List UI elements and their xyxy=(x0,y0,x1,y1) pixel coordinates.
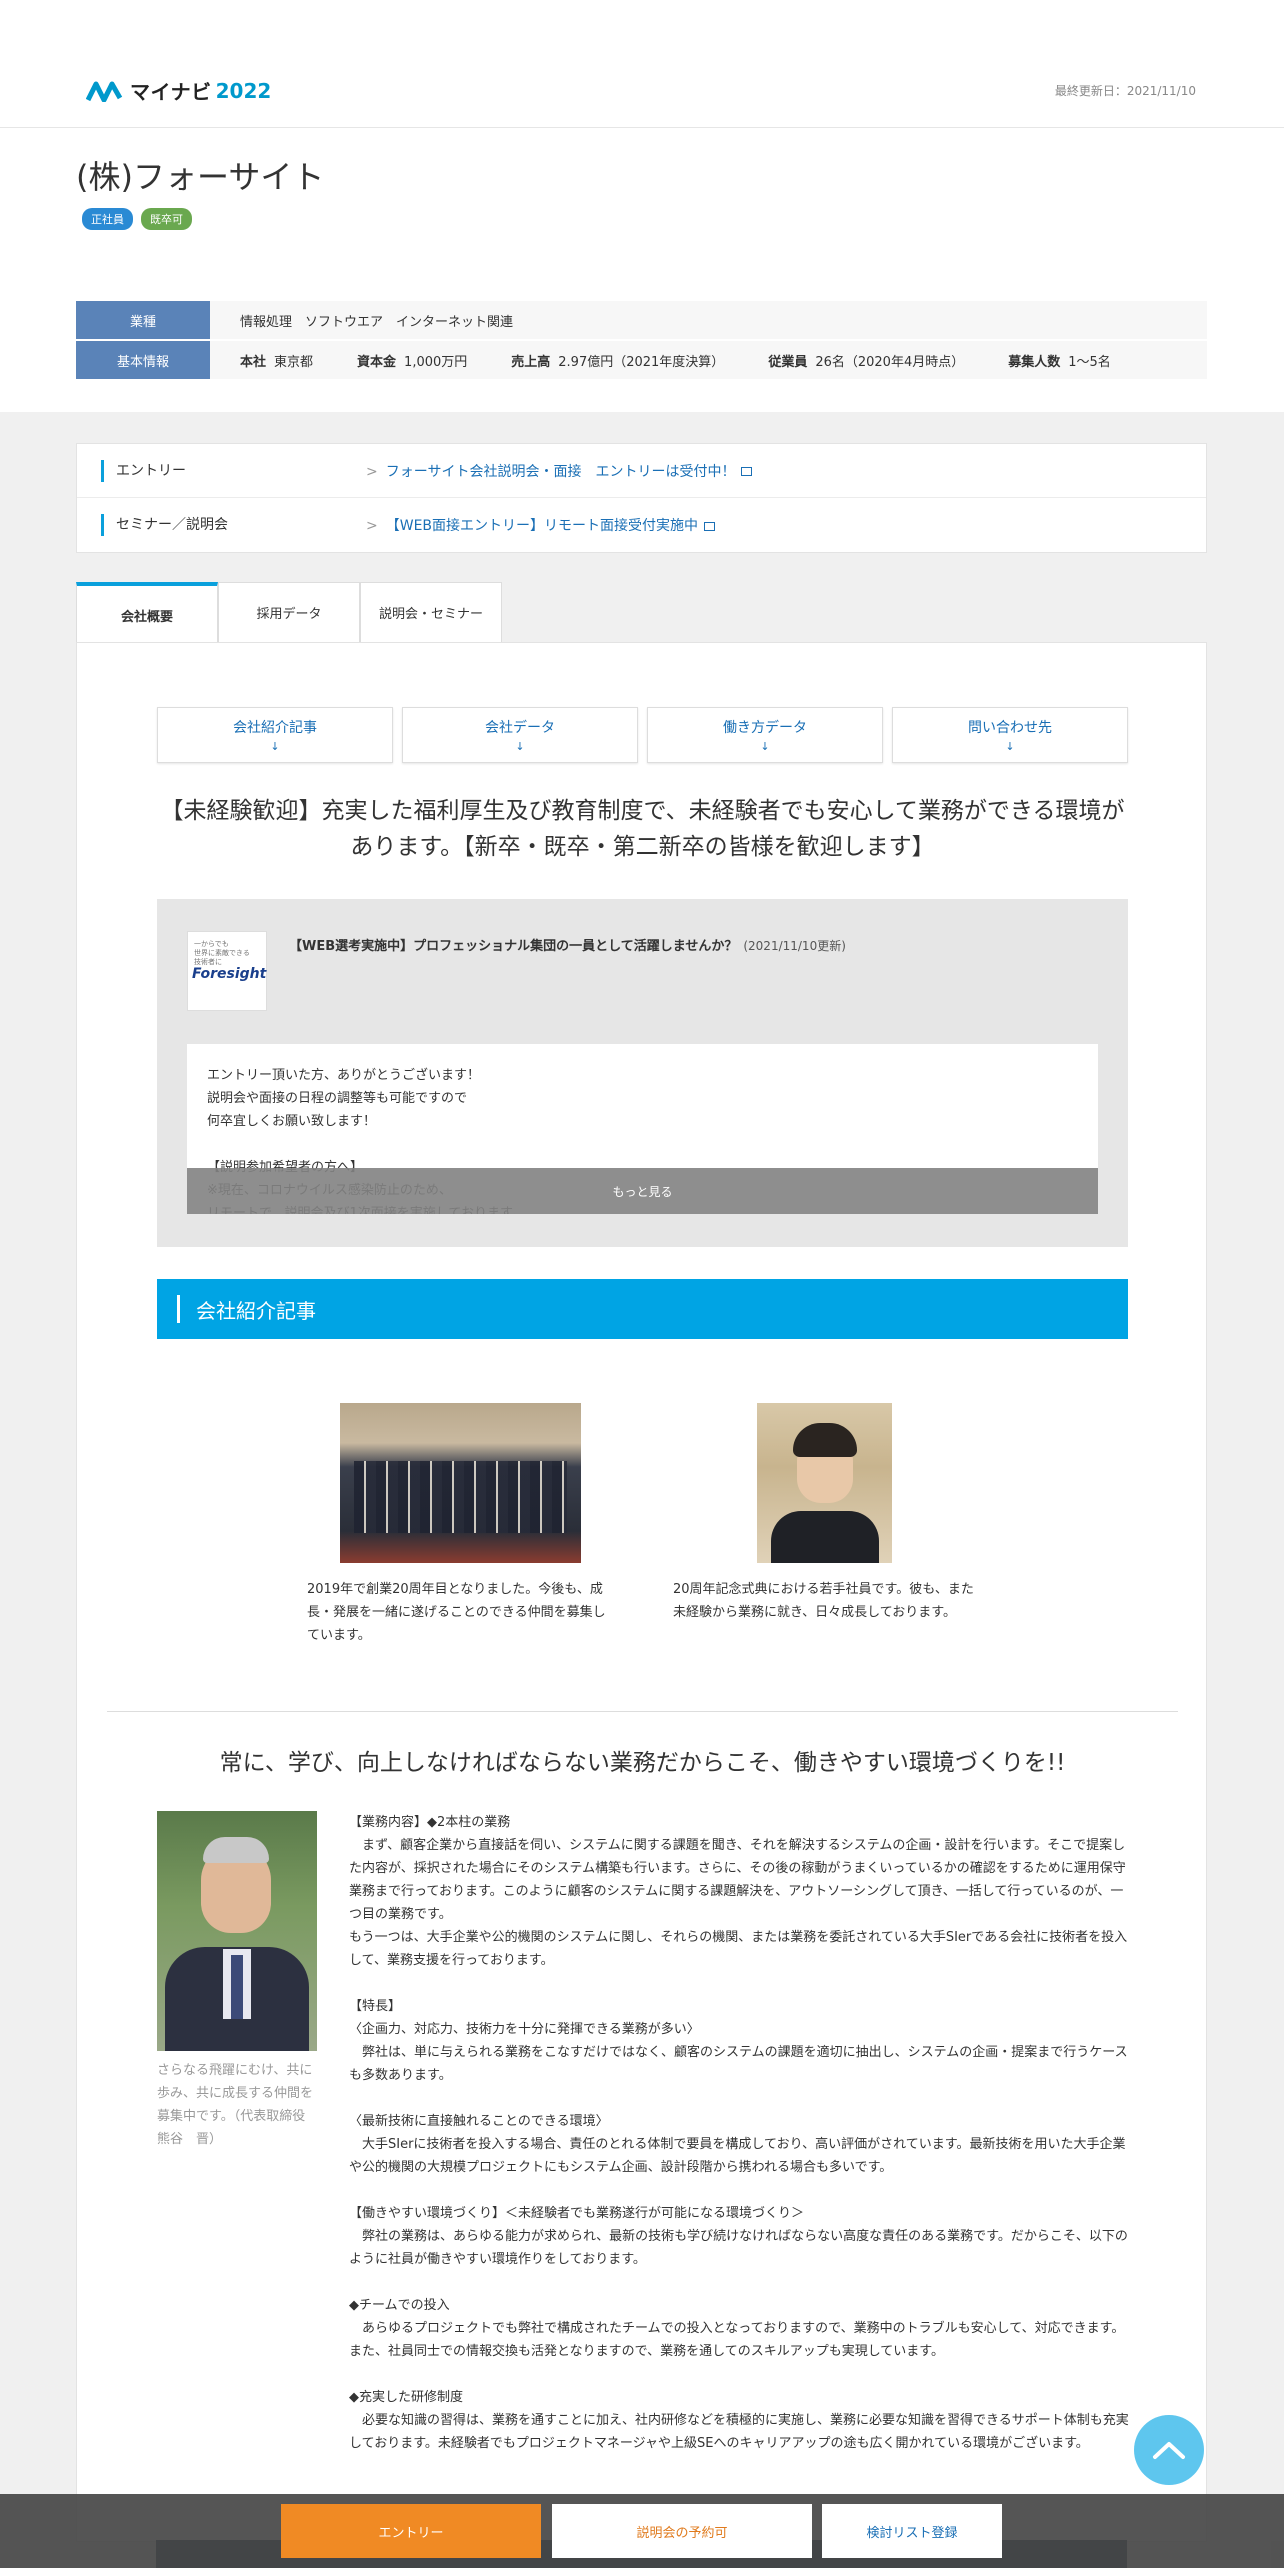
badge-fulltime: 正社員 xyxy=(82,208,133,230)
scroll-top-button[interactable] xyxy=(1134,2415,1204,2485)
logo-text: マイナビ xyxy=(130,80,212,104)
tab-recruitment-data[interactable]: 採用データ xyxy=(218,582,360,642)
notice-date: (2021/11/10更新) xyxy=(743,939,846,953)
company-name: (株)フォーサイト xyxy=(76,158,325,196)
external-link-icon xyxy=(741,467,753,476)
section-nav: 会社紹介記事 ↓ 会社データ ↓ 働き方データ ↓ 問い合わせ先 ↓ xyxy=(157,707,1128,763)
arrow-down-icon: ↓ xyxy=(760,740,770,753)
mynavi-logo[interactable]: マイナビ 2022 xyxy=(86,76,271,105)
industry-value: 情報処理 ソフトウエア インターネット関連 xyxy=(210,301,1207,339)
article-body-text: 【業務内容】◆2本柱の業務 まず、顧客企業から直接話を伺い、システムに関する課題… xyxy=(349,1815,1129,2451)
catch-copy: 【未経験歓迎】充実した福利厚生及び教育制度で、未経験者でも安心して業務ができる環… xyxy=(160,798,1125,860)
thumb-tagline: 一からでも 世界に素敵できる 技術者に xyxy=(194,940,250,966)
seminar-row: セミナー／説明会 【WEB面接エントリー】リモート面接受付実施中 xyxy=(77,498,1206,552)
tab-company-overview[interactable]: 会社概要 xyxy=(76,582,218,644)
nav-work-style-data[interactable]: 働き方データ ↓ xyxy=(647,707,883,763)
sticky-action-bar: エントリー 説明会の予約可 検討リスト登録 xyxy=(0,2494,1284,2568)
info-pair-employees: 従業員 26名（2020年4月時点） xyxy=(768,354,965,370)
last-updated: 最終更新日：2021/11/10 xyxy=(1054,84,1196,98)
basic-info-row: 基本情報 本社 東京都 資本金 1,000万円 売上高 2.97億円（2021年度決算… xyxy=(76,341,1207,379)
industry-row: 業種 情報処理 ソフトウエア インターネット関連 xyxy=(76,301,1207,339)
industry-label: 業種 xyxy=(76,301,210,339)
entry-link[interactable]: フォーサイト会社説明会・面接 エントリーは受付中！ xyxy=(366,461,753,481)
site-header: マイナビ 2022 最終更新日：2021/11/10 xyxy=(0,0,1284,128)
main-content: 会社紹介記事 ↓ 会社データ ↓ 働き方データ ↓ 問い合わせ先 ↓ 【未経験歓迎】充実… xyxy=(76,642,1207,2542)
ceo-caption: さらなる飛躍にむけ、共に歩み、共に成長する仲間を募集中です。（代表取締役 熊谷 … xyxy=(157,2063,319,2147)
chevron-up-icon xyxy=(1153,2442,1185,2459)
group-photo xyxy=(340,1403,581,1563)
notice-box: 一からでも 世界に素敵できる 技術者に Foresight 【WEB選考実施中】… xyxy=(157,899,1128,1247)
article-caption: 20周年記念式典における若手社員です。彼も、また未経験から業務に就き、日々成長し… xyxy=(673,1582,974,1620)
thumb-brand: Foresight xyxy=(192,966,267,982)
page-tabs: 会社概要 採用データ 説明会・セミナー xyxy=(76,582,502,644)
info-pair-capital: 資本金 1,000万円 xyxy=(357,354,468,370)
section-title-articles: 会社紹介記事 xyxy=(157,1279,1128,1339)
arrow-down-icon: ↓ xyxy=(270,740,280,753)
seminar-reservation-button[interactable]: 説明会の予約可 xyxy=(552,2504,812,2558)
tab-seminars[interactable]: 説明会・セミナー xyxy=(360,582,502,642)
employment-badges: 正社員 既卒可 xyxy=(82,208,192,230)
show-more-button[interactable]: もっと見る xyxy=(187,1168,1098,1214)
entry-box: エントリー フォーサイト会社説明会・面接 エントリーは受付中！ セミナー／説明会… xyxy=(76,443,1207,553)
nav-company-articles[interactable]: 会社紹介記事 ↓ xyxy=(157,707,393,763)
logo-year: 2022 xyxy=(215,78,272,103)
nav-contact[interactable]: 問い合わせ先 ↓ xyxy=(892,707,1128,763)
badge-graduates-ok: 既卒可 xyxy=(141,208,192,230)
arrow-down-icon: ↓ xyxy=(1005,740,1015,753)
basic-info-label: 基本情報 xyxy=(76,341,210,379)
young-employee-photo xyxy=(757,1403,892,1563)
company-info-table: 業種 情報処理 ソフトウエア インターネット関連 基本情報 本社 東京都 資本金 1… xyxy=(76,301,1207,381)
info-pair-recruits: 募集人数 1～5名 xyxy=(1008,354,1111,370)
article-caption: 2019年で創業20周年目となりました。今後も、成長・発展を一緒に遂げることので… xyxy=(307,1582,606,1643)
nav-company-data[interactable]: 会社データ ↓ xyxy=(402,707,638,763)
entry-button[interactable]: エントリー xyxy=(281,2504,541,2558)
article-heading: 常に、学び、向上しなければならない業務だからこそ、働きやすい環境づくりを!! xyxy=(219,1750,1066,1776)
company-logo-thumbnail: 一からでも 世界に素敵できる 技術者に Foresight xyxy=(187,931,267,1011)
mynavi-logo-icon xyxy=(86,80,126,102)
arrow-down-icon: ↓ xyxy=(515,740,525,753)
entry-row: エントリー フォーサイト会社説明会・面接 エントリーは受付中！ xyxy=(77,444,1206,498)
entry-label: エントリー xyxy=(101,459,326,482)
add-to-list-button[interactable]: 検討リスト登録 xyxy=(822,2504,1002,2558)
info-pair-sales: 売上高 2.97億円（2021年度決算） xyxy=(511,354,725,370)
seminar-label: セミナー／説明会 xyxy=(101,514,326,536)
top-section: マイナビ 2022 最終更新日：2021/11/10 (株)フォーサイト 正社員… xyxy=(0,0,1284,412)
basic-info-value: 本社 東京都 資本金 1,000万円 売上高 2.97億円（2021年度決算） 従業員… xyxy=(210,341,1207,379)
external-link-icon xyxy=(704,521,716,531)
seminar-link[interactable]: 【WEB面接エントリー】リモート面接受付実施中 xyxy=(366,515,716,535)
ceo-photo xyxy=(157,1811,317,2051)
divider xyxy=(107,1711,1178,1712)
notice-title: 【WEB選考実施中】プロフェッショナル集団の一員として活躍しませんか？ (2021… xyxy=(289,939,846,954)
info-pair-hq: 本社 東京都 xyxy=(240,354,314,370)
